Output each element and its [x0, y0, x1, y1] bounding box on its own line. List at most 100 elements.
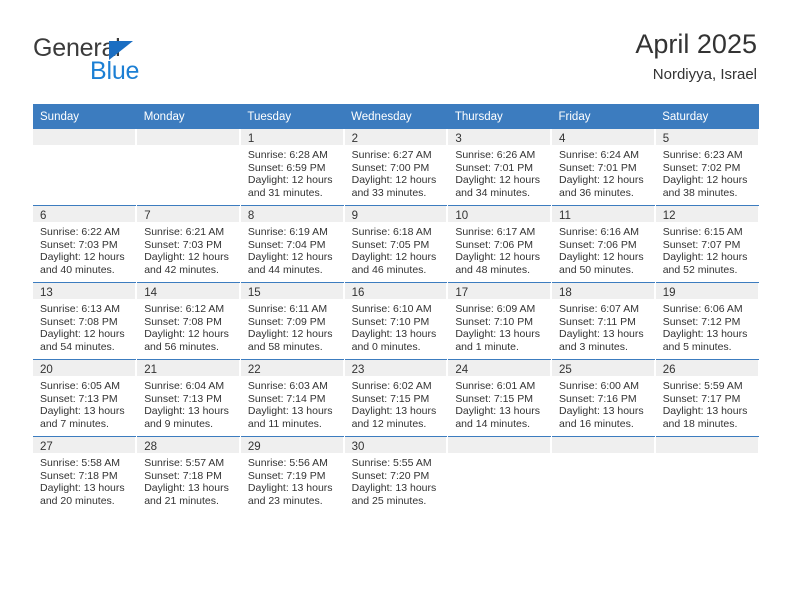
sunset-time: Sunset: 7:07 PM: [662, 238, 741, 251]
day-number: 2: [344, 129, 448, 145]
daylight-duration-line2: and 46 minutes.: [351, 263, 427, 276]
day-details: Sunrise: 6:13 AM Sunset: 7:08 PM Daylight:…: [33, 299, 136, 353]
calendar-day-cell[interactable]: 27 Sunrise: 5:58 AM Sunset: 7:18 PM Dayligh…: [33, 436, 137, 513]
sunrise-time: Sunrise: 5:56 AM: [247, 457, 328, 469]
calendar-day-cell[interactable]: 7 Sunrise: 6:21 AM Sunset: 7:03 PM Daylight…: [136, 205, 241, 283]
calendar-day-cell[interactable]: 17 Sunrise: 6:09 AM Sunset: 7:10 PM Dayligh…: [447, 282, 552, 360]
day-number: 1: [240, 129, 344, 145]
day-details: Sunrise: 6:23 AM Sunset: 7:02 PM Daylight:…: [656, 145, 759, 199]
sunset-time: Sunset: 7:03 PM: [40, 238, 118, 251]
sunrise-time: Sunrise: 6:07 AM: [559, 303, 639, 315]
day-cell-inner: 7 Sunrise: 6:21 AM Sunset: 7:03 PM Daylight…: [137, 206, 240, 282]
calendar-day-cell[interactable]: 11 Sunrise: 6:16 AM Sunset: 7:06 PM Dayligh…: [551, 205, 656, 283]
calendar-day-cell[interactable]: 29 Sunrise: 5:56 AM Sunset: 7:19 PM Dayligh…: [239, 436, 345, 513]
day-details: Sunrise: 6:17 AM Sunset: 7:06 PM Daylight:…: [448, 222, 551, 276]
general-blue-logo[interactable]: General Blue: [33, 34, 293, 90]
daylight-duration-line2: and 38 minutes.: [662, 186, 738, 199]
calendar-day-cell[interactable]: 1 Sunrise: 6:28 AM Sunset: 6:59 PM Daylight…: [239, 129, 345, 206]
daylight-duration-line2: and 50 minutes.: [559, 263, 634, 276]
day-details: Sunrise: 5:56 AM Sunset: 7:19 PM Daylight:…: [241, 453, 344, 507]
calendar-day-cell[interactable]: 13 Sunrise: 6:13 AM Sunset: 7:08 PM Dayligh…: [33, 282, 137, 360]
day-details: Sunrise: 6:10 AM Sunset: 7:10 PM Daylight:…: [345, 299, 448, 353]
calendar-day-cell[interactable]: 3 Sunrise: 6:26 AM Sunset: 7:01 PM Daylight…: [447, 129, 552, 206]
day-number: 23: [344, 360, 448, 376]
calendar-day-cell[interactable]: 12 Sunrise: 6:15 AM Sunset: 7:07 PM Dayligh…: [654, 205, 759, 283]
weekday-header-saturday: Saturday: [655, 104, 759, 129]
weekday-header-sunday: Sunday: [33, 104, 137, 129]
sunset-time: Sunset: 7:02 PM: [662, 161, 741, 174]
daylight-duration-line2: and 5 minutes.: [662, 340, 732, 353]
calendar-day-cell[interactable]: 20 Sunrise: 6:05 AM Sunset: 7:13 PM Dayligh…: [33, 359, 137, 437]
calendar-day-cell[interactable]: 23 Sunrise: 6:02 AM Sunset: 7:15 PM Dayligh…: [343, 359, 448, 437]
day-cell-inner: 26 Sunrise: 5:59 AM Sunset: 7:17 PM Dayligh…: [655, 360, 759, 436]
calendar-day-cell[interactable]: 5 Sunrise: 6:23 AM Sunset: 7:02 PM Daylight…: [654, 129, 759, 206]
day-number: 9: [344, 206, 448, 222]
daylight-duration-line1: Daylight: 12 hours: [351, 251, 437, 264]
calendar-cell-empty: [551, 436, 656, 513]
day-details: Sunrise: 5:57 AM Sunset: 7:18 PM Daylight:…: [137, 453, 240, 507]
calendar-table: Sunday Monday Tuesday Wednesday Thursday…: [33, 104, 759, 513]
title-block: April 2025 Nordiyya, Israel: [635, 28, 757, 85]
calendar-week-row: 27 Sunrise: 5:58 AM Sunset: 7:18 PM Dayligh…: [33, 436, 759, 513]
sunset-time: Sunset: 7:11 PM: [559, 315, 636, 328]
calendar-cell-empty: [654, 436, 759, 513]
calendar-day-cell[interactable]: 4 Sunrise: 6:24 AM Sunset: 7:01 PM Daylight…: [551, 129, 656, 206]
day-details: Sunrise: 6:04 AM Sunset: 7:13 PM Daylight:…: [137, 376, 240, 430]
daylight-duration-line1: Daylight: 13 hours: [662, 328, 748, 341]
calendar-day-cell[interactable]: 8 Sunrise: 6:19 AM Sunset: 7:04 PM Daylight…: [239, 205, 345, 283]
day-number: 22: [240, 360, 344, 376]
daylight-duration-line2: and 3 minutes.: [559, 340, 628, 353]
calendar-day-cell[interactable]: 16 Sunrise: 6:10 AM Sunset: 7:10 PM Dayligh…: [343, 282, 448, 360]
calendar-day-cell[interactable]: 26 Sunrise: 5:59 AM Sunset: 7:17 PM Dayligh…: [654, 359, 759, 437]
calendar-cell-empty: [33, 129, 137, 206]
day-details: Sunrise: 6:22 AM Sunset: 7:03 PM Daylight:…: [33, 222, 136, 276]
day-details: Sunrise: 6:05 AM Sunset: 7:13 PM Daylight:…: [33, 376, 136, 430]
day-details: Sunrise: 6:12 AM Sunset: 7:08 PM Daylight:…: [137, 299, 240, 353]
calendar-day-cell[interactable]: 28 Sunrise: 5:57 AM Sunset: 7:18 PM Dayligh…: [136, 436, 241, 513]
sunrise-time: Sunrise: 6:23 AM: [662, 149, 743, 161]
calendar-cell-empty: [136, 129, 241, 206]
daylight-duration-line1: Daylight: 13 hours: [247, 405, 333, 418]
daylight-duration-line2: and 31 minutes.: [247, 186, 323, 199]
calendar-day-cell[interactable]: 15 Sunrise: 6:11 AM Sunset: 7:09 PM Dayligh…: [239, 282, 345, 360]
day-cell-inner: [137, 129, 240, 205]
calendar-day-cell[interactable]: 19 Sunrise: 6:06 AM Sunset: 7:12 PM Dayligh…: [654, 282, 759, 360]
daylight-duration-line1: Daylight: 13 hours: [559, 328, 644, 341]
daylight-duration-line2: and 54 minutes.: [40, 340, 115, 353]
sunset-time: Sunset: 7:06 PM: [559, 238, 637, 251]
day-details: Sunrise: 6:19 AM Sunset: 7:04 PM Daylight:…: [241, 222, 344, 276]
calendar-day-cell[interactable]: 6 Sunrise: 6:22 AM Sunset: 7:03 PM Daylight…: [33, 205, 137, 283]
day-cell-inner: 10 Sunrise: 6:17 AM Sunset: 7:06 PM Dayligh…: [448, 206, 552, 282]
calendar-day-cell[interactable]: 2 Sunrise: 6:27 AM Sunset: 7:00 PM Daylight…: [343, 129, 448, 206]
sunset-time: Sunset: 7:10 PM: [455, 315, 533, 328]
calendar-page: General Blue April 2025 Nordiyya, Israel…: [0, 0, 792, 612]
day-cell-inner: 17 Sunrise: 6:09 AM Sunset: 7:10 PM Dayligh…: [448, 283, 552, 359]
calendar-day-cell[interactable]: 10 Sunrise: 6:17 AM Sunset: 7:06 PM Dayligh…: [447, 205, 552, 283]
calendar-day-cell[interactable]: 18 Sunrise: 6:07 AM Sunset: 7:11 PM Dayligh…: [551, 282, 656, 360]
sunset-time: Sunset: 7:17 PM: [662, 392, 741, 405]
sunrise-time: Sunrise: 5:55 AM: [351, 457, 432, 469]
sunrise-time: Sunrise: 6:10 AM: [351, 303, 432, 315]
calendar-cell-empty: [447, 436, 552, 513]
daylight-duration-line1: Daylight: 13 hours: [559, 405, 644, 418]
calendar-day-cell[interactable]: 25 Sunrise: 6:00 AM Sunset: 7:16 PM Dayligh…: [551, 359, 656, 437]
calendar-day-cell[interactable]: 21 Sunrise: 6:04 AM Sunset: 7:13 PM Dayligh…: [136, 359, 241, 437]
day-details: Sunrise: 6:06 AM Sunset: 7:12 PM Daylight:…: [656, 299, 759, 353]
day-cell-inner: [552, 437, 655, 513]
calendar-day-cell[interactable]: 9 Sunrise: 6:18 AM Sunset: 7:05 PM Daylight…: [343, 205, 448, 283]
day-cell-inner: 24 Sunrise: 6:01 AM Sunset: 7:15 PM Dayligh…: [448, 360, 552, 436]
daylight-duration-line1: Daylight: 13 hours: [144, 405, 229, 418]
page-header: General Blue April 2025 Nordiyya, Israel: [33, 28, 757, 90]
daylight-duration-line1: Daylight: 12 hours: [662, 251, 748, 264]
daylight-duration-line2: and 21 minutes.: [144, 494, 219, 507]
calendar-day-cell[interactable]: 22 Sunrise: 6:03 AM Sunset: 7:14 PM Dayligh…: [239, 359, 345, 437]
calendar-day-cell[interactable]: 14 Sunrise: 6:12 AM Sunset: 7:08 PM Dayligh…: [136, 282, 241, 360]
day-cell-inner: 14 Sunrise: 6:12 AM Sunset: 7:08 PM Dayligh…: [137, 283, 240, 359]
calendar-day-cell[interactable]: 24 Sunrise: 6:01 AM Sunset: 7:15 PM Dayligh…: [447, 359, 552, 437]
sunset-time: Sunset: 7:08 PM: [40, 315, 118, 328]
calendar-day-cell[interactable]: 30 Sunrise: 5:55 AM Sunset: 7:20 PM Dayligh…: [343, 436, 448, 513]
day-cell-inner: 9 Sunrise: 6:18 AM Sunset: 7:05 PM Daylight…: [344, 206, 448, 282]
day-cell-inner: 20 Sunrise: 6:05 AM Sunset: 7:13 PM Dayligh…: [33, 360, 137, 436]
sunset-time: Sunset: 7:10 PM: [351, 315, 430, 328]
day-number: [655, 437, 759, 453]
